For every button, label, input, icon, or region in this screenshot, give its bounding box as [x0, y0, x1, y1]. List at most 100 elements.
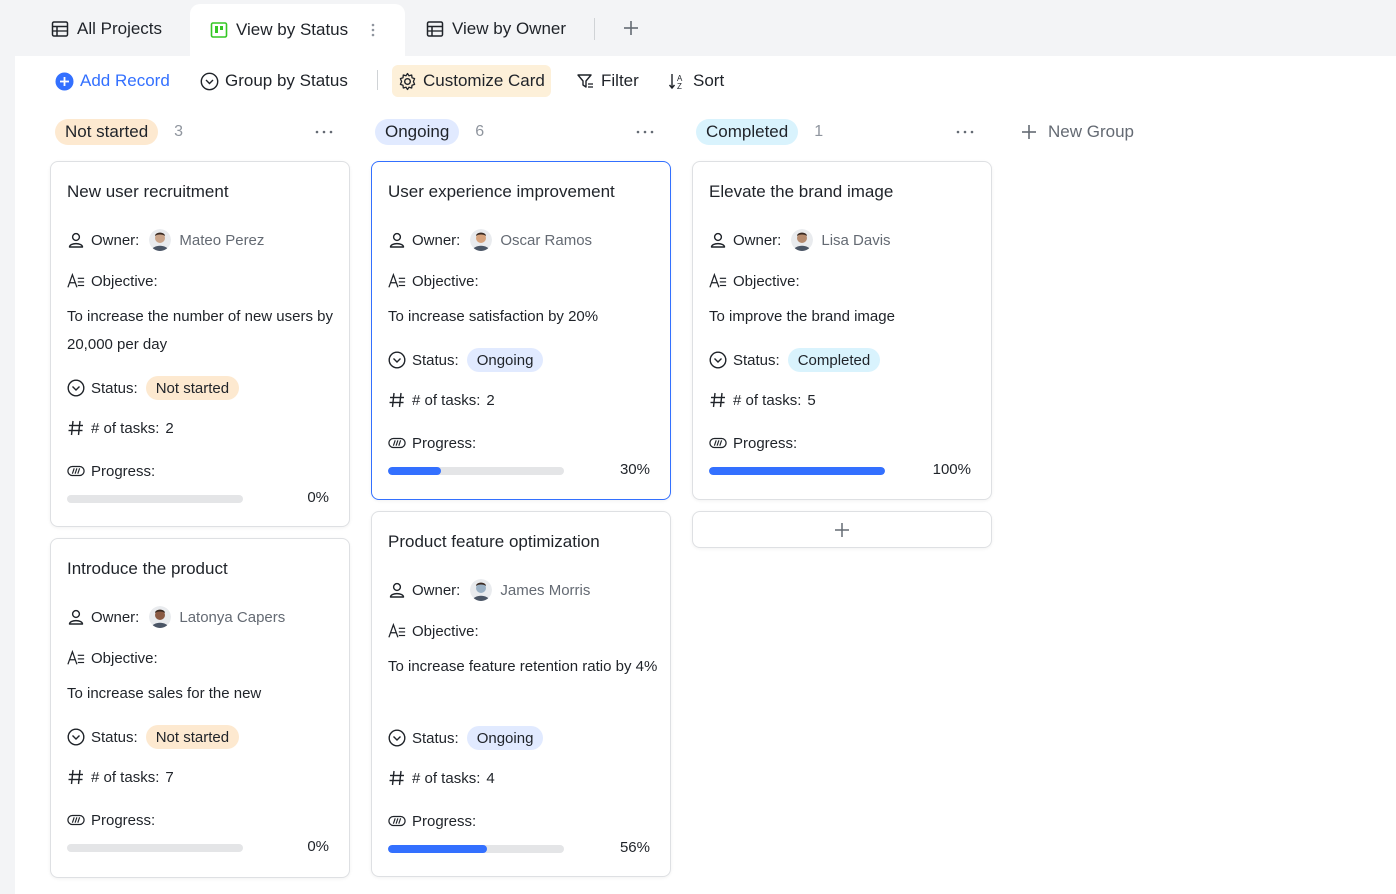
owner-name[interactable]: James Morris — [500, 582, 590, 599]
progress-bar — [388, 467, 564, 475]
sort-button[interactable]: AZ Sort — [668, 65, 724, 97]
more-horizontal-icon — [636, 130, 654, 134]
progress-fill — [709, 467, 885, 475]
avatar — [470, 579, 493, 601]
owner-name[interactable]: Oscar Ramos — [500, 232, 592, 249]
tab-all-projects[interactable]: All Projects — [51, 6, 162, 52]
table-icon — [51, 21, 69, 37]
customize-card-button[interactable]: Customize Card — [392, 65, 551, 97]
field-label: Status: — [412, 729, 459, 747]
field-label: Status: — [412, 351, 459, 369]
group-by-button[interactable]: Group by Status — [200, 65, 348, 97]
field-label: # of tasks: — [412, 769, 481, 787]
person-icon — [389, 232, 405, 248]
status-badge: Ongoing — [466, 348, 544, 372]
task-count: 2 — [486, 391, 495, 409]
add-record-button[interactable]: Add Record — [55, 65, 170, 97]
owner-name[interactable]: Mateo Perez — [179, 232, 264, 249]
new-group-label: New Group — [1048, 122, 1134, 141]
app-window: All Projects View by Status View by Owne… — [15, 0, 1396, 894]
progress-icon — [67, 814, 85, 826]
sort-icon: AZ — [668, 73, 683, 91]
objective-field: Objective: — [388, 622, 479, 640]
tasks-field: # of tasks: 7 — [67, 768, 174, 786]
status-badge: Ongoing — [466, 726, 544, 750]
filter-icon — [577, 73, 593, 88]
number-icon — [710, 392, 725, 408]
more-horizontal-icon — [315, 130, 333, 134]
objective-field: Objective: — [388, 272, 479, 290]
progress-bar — [67, 495, 243, 503]
record-card[interactable]: Product feature optimization Owner: James … — [371, 511, 671, 877]
field-label: Objective: — [91, 649, 158, 667]
status-badge: Not started — [145, 376, 240, 400]
plus-icon — [624, 21, 638, 35]
plus-icon — [835, 522, 849, 537]
owner-name[interactable]: Latonya Capers — [179, 609, 285, 626]
group-header-ongoing: Ongoing 6 — [375, 117, 484, 147]
owner-field: Owner: Latonya Capers — [67, 606, 285, 628]
tab-view-by-owner[interactable]: View by Owner — [426, 6, 566, 52]
avatar — [791, 229, 814, 251]
field-label: # of tasks: — [91, 419, 160, 437]
person-icon — [710, 232, 726, 248]
field-label: Progress: — [733, 434, 798, 452]
objective-field: Objective: — [67, 272, 158, 290]
field-label: Owner: — [91, 231, 140, 249]
record-card[interactable]: New user recruitment Owner: Mateo Perez Obj… — [50, 161, 350, 527]
status-field: Status: Ongoing — [388, 726, 544, 750]
objective-text: To improve the brand image — [709, 308, 895, 325]
field-label: Owner: — [733, 231, 782, 249]
record-card[interactable]: Introduce the product Owner: Latonya Caper… — [50, 538, 350, 878]
text-field-icon — [388, 622, 406, 638]
status-icon — [67, 379, 85, 397]
group-more-button[interactable] — [634, 117, 656, 147]
field-label: Progress: — [412, 812, 477, 830]
group-by-label: Group by Status — [225, 71, 348, 90]
filter-button[interactable]: Filter — [576, 65, 639, 97]
status-icon — [388, 351, 406, 369]
group-label[interactable]: Not started — [55, 119, 159, 145]
group-more-button[interactable] — [954, 117, 976, 147]
add-view-button[interactable] — [619, 16, 643, 40]
record-card[interactable]: User experience improvement Owner: Oscar R… — [371, 161, 671, 500]
record-card[interactable]: Elevate the brand image Owner: Lisa Davis O… — [692, 161, 992, 500]
more-vertical-icon[interactable] — [370, 21, 376, 39]
objective-text: To increase sales for the new — [67, 685, 262, 702]
field-label: # of tasks: — [91, 768, 160, 786]
avatar — [470, 229, 493, 251]
tab-label: View by Owner — [452, 19, 567, 38]
plus-icon — [1022, 125, 1036, 139]
group-label[interactable]: Ongoing — [375, 119, 460, 145]
task-count: 5 — [807, 391, 816, 409]
field-label: Status: — [733, 351, 780, 369]
person-icon — [68, 609, 84, 625]
group-count: 1 — [814, 123, 824, 140]
task-count: 4 — [486, 769, 495, 787]
progress-value: 0% — [307, 489, 329, 506]
person-icon — [68, 232, 84, 248]
svg-text:Z: Z — [677, 82, 682, 91]
chevron-circle-icon — [200, 72, 219, 90]
objective-field: Objective: — [709, 272, 800, 290]
add-record-label: Add Record — [80, 71, 170, 90]
group-more-button[interactable] — [313, 117, 335, 147]
tab-divider — [594, 18, 595, 40]
new-group-button[interactable]: New Group — [1020, 119, 1134, 145]
progress-fill — [388, 467, 441, 475]
owner-name[interactable]: Lisa Davis — [821, 232, 890, 249]
more-horizontal-icon — [956, 130, 974, 134]
field-label: Owner: — [412, 231, 461, 249]
progress-field: Progress: — [388, 812, 476, 830]
objective-text: To increase satisfaction by 20% — [388, 308, 599, 325]
tasks-field: # of tasks: 2 — [388, 391, 495, 409]
group-label[interactable]: Completed — [696, 119, 799, 145]
add-card-button[interactable] — [692, 511, 992, 548]
progress-field: Progress: — [67, 811, 155, 829]
tab-view-by-status[interactable]: View by Status — [190, 4, 405, 56]
progress-icon — [709, 437, 727, 449]
view-tab-bar: All Projects View by Status View by Owne… — [15, 0, 1396, 56]
card-title: Introduce the product — [67, 559, 228, 578]
field-label: Owner: — [91, 608, 140, 626]
kanban-icon — [210, 22, 228, 38]
